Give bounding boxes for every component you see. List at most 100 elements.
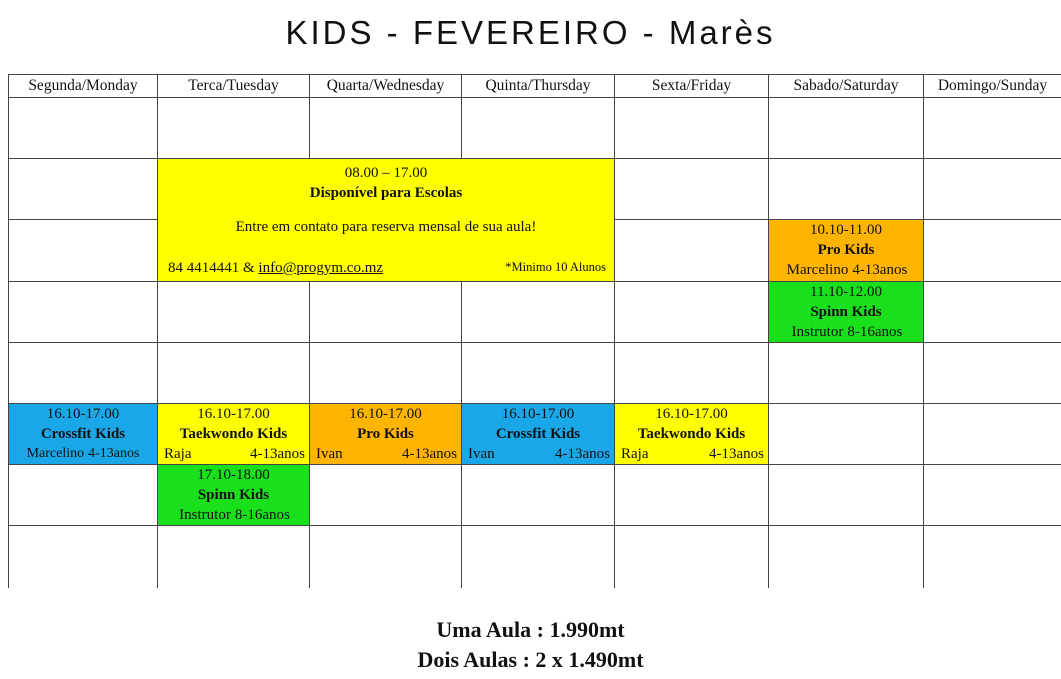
class-ages: 4-13anos	[402, 446, 457, 462]
class-block-thursday-crossfit-kids: 16.10-17.00 Crossfit Kids Ivan 4-13anos	[462, 404, 615, 465]
schedule-table: Segunda/Monday Terca/Tuesday Quarta/Wedn…	[8, 74, 1061, 588]
empty-cell	[924, 343, 1061, 404]
empty-cell	[615, 343, 769, 404]
class-instructor: Instrutor	[179, 507, 231, 523]
empty-cell	[9, 343, 158, 404]
promo-contact: 84 4414441 & info@progym.co.mz	[168, 259, 383, 277]
class-details: Instrutor 8-16anos	[158, 505, 309, 525]
promo-time: 08.00 – 17.00	[344, 165, 428, 181]
class-name: Spinn Kids	[197, 487, 270, 503]
class-time: 16.10-17.00	[46, 406, 120, 422]
empty-cell	[9, 98, 158, 159]
empty-cell	[615, 282, 769, 343]
class-details: Marcelino 4-13anos	[769, 260, 923, 280]
empty-cell	[158, 526, 310, 588]
class-block-saturday-spinn-kids: 11.10-12.00 Spinn Kids Instrutor 8-16anos	[769, 282, 924, 343]
class-ages: 4-13anos	[852, 262, 908, 278]
empty-cell	[924, 465, 1061, 526]
day-header-monday: Segunda/Monday	[9, 75, 158, 98]
class-time: 16.10-17.00	[349, 406, 422, 422]
class-block-monday-crossfit-kids: 16.10-17.00 Crossfit Kids Marcelino 4-13a…	[9, 404, 158, 465]
empty-cell	[769, 526, 924, 588]
class-instructor: Instrutor	[791, 324, 844, 340]
empty-cell	[615, 526, 769, 588]
empty-cell	[310, 98, 462, 159]
promo-minimum: *Minimo 10 Alunos	[505, 260, 606, 274]
empty-cell	[9, 465, 158, 526]
day-header-saturday: Sabado/Saturday	[769, 75, 924, 98]
class-time: 16.10-17.00	[197, 406, 270, 422]
empty-cell	[158, 98, 310, 159]
class-details: Marcelino 4-13anos	[9, 444, 157, 464]
schools-promo-block: 08.00 – 17.00 Disponível para Escolas En…	[158, 159, 615, 282]
promo-text: Entre em contato para reserva mensal de …	[235, 219, 537, 235]
empty-cell	[924, 404, 1061, 465]
class-instructor: Raja	[621, 446, 649, 462]
class-block-friday-taekwondo-kids: 16.10-17.00 Taekwondo Kids Raja 4-13anos	[615, 404, 769, 465]
empty-cell	[615, 98, 769, 159]
promo-email-link[interactable]: info@progym.co.mz	[258, 260, 383, 276]
empty-cell	[9, 159, 158, 220]
class-block-wednesday-pro-kids: 16.10-17.00 Pro Kids Ivan 4-13anos	[310, 404, 462, 465]
empty-cell	[924, 220, 1061, 282]
empty-cell	[9, 220, 158, 282]
empty-cell	[924, 526, 1061, 588]
class-ages: 4-13anos	[250, 446, 305, 462]
class-ages: 4-13anos	[88, 446, 140, 461]
empty-cell	[462, 98, 615, 159]
promo-phone: 84 4414441 &	[168, 260, 255, 276]
class-instructor: Ivan	[468, 446, 495, 462]
empty-cell	[924, 159, 1061, 220]
class-time: 16.10-17.00	[501, 406, 575, 422]
empty-cell	[462, 526, 615, 588]
class-name: Taekwondo Kids	[179, 426, 288, 442]
class-name: Taekwondo Kids	[637, 426, 746, 442]
empty-cell	[462, 282, 615, 343]
class-details: Raja 4-13anos	[158, 444, 309, 464]
class-time: 10.10-11.00	[810, 222, 882, 238]
empty-cell	[924, 98, 1061, 159]
empty-cell	[769, 404, 924, 465]
empty-cell	[310, 465, 462, 526]
class-time: 16.10-17.00	[655, 406, 728, 422]
class-name: Pro Kids	[817, 242, 875, 258]
class-ages: 8-16anos	[847, 324, 903, 340]
class-instructor: Raja	[164, 446, 192, 462]
empty-cell	[615, 465, 769, 526]
class-ages: 4-13anos	[555, 446, 610, 462]
empty-cell	[462, 343, 615, 404]
empty-cell	[310, 526, 462, 588]
day-header-thursday: Quinta/Thursday	[462, 75, 615, 98]
empty-cell	[9, 526, 158, 588]
empty-cell	[769, 98, 924, 159]
empty-cell	[615, 159, 769, 220]
class-ages: 4-13anos	[709, 446, 764, 462]
class-time: 17.10-18.00	[197, 467, 270, 483]
class-ages: 8-16anos	[234, 507, 290, 523]
empty-cell	[615, 220, 769, 282]
empty-cell	[924, 282, 1061, 343]
empty-cell	[769, 465, 924, 526]
class-instructor: Marcelino	[26, 446, 85, 461]
class-block-tuesday-taekwondo-kids: 16.10-17.00 Taekwondo Kids Raja 4-13anos	[158, 404, 310, 465]
day-header-friday: Sexta/Friday	[615, 75, 769, 98]
class-details: Ivan 4-13anos	[462, 444, 614, 464]
empty-cell	[158, 282, 310, 343]
class-details: Ivan 4-13anos	[310, 444, 461, 464]
day-header-wednesday: Quarta/Wednesday	[310, 75, 462, 98]
class-instructor: Marcelino	[786, 262, 849, 278]
price-two-classes: Dois Aulas : 2 x 1.490mt	[417, 647, 644, 672]
empty-cell	[310, 343, 462, 404]
empty-cell	[462, 465, 615, 526]
empty-cell	[769, 159, 924, 220]
empty-cell	[9, 282, 158, 343]
empty-cell	[310, 282, 462, 343]
day-header-sunday: Domingo/Sunday	[924, 75, 1061, 98]
class-name: Pro Kids	[357, 426, 414, 442]
class-name: Crossfit Kids	[40, 426, 126, 442]
empty-cell	[769, 343, 924, 404]
class-name: Crossfit Kids	[495, 426, 581, 442]
class-block-saturday-pro-kids: 10.10-11.00 Pro Kids Marcelino 4-13anos	[769, 220, 924, 282]
page-title: KIDS - FEVEREIRO - Marès	[285, 14, 776, 51]
class-name: Spinn Kids	[810, 304, 882, 320]
